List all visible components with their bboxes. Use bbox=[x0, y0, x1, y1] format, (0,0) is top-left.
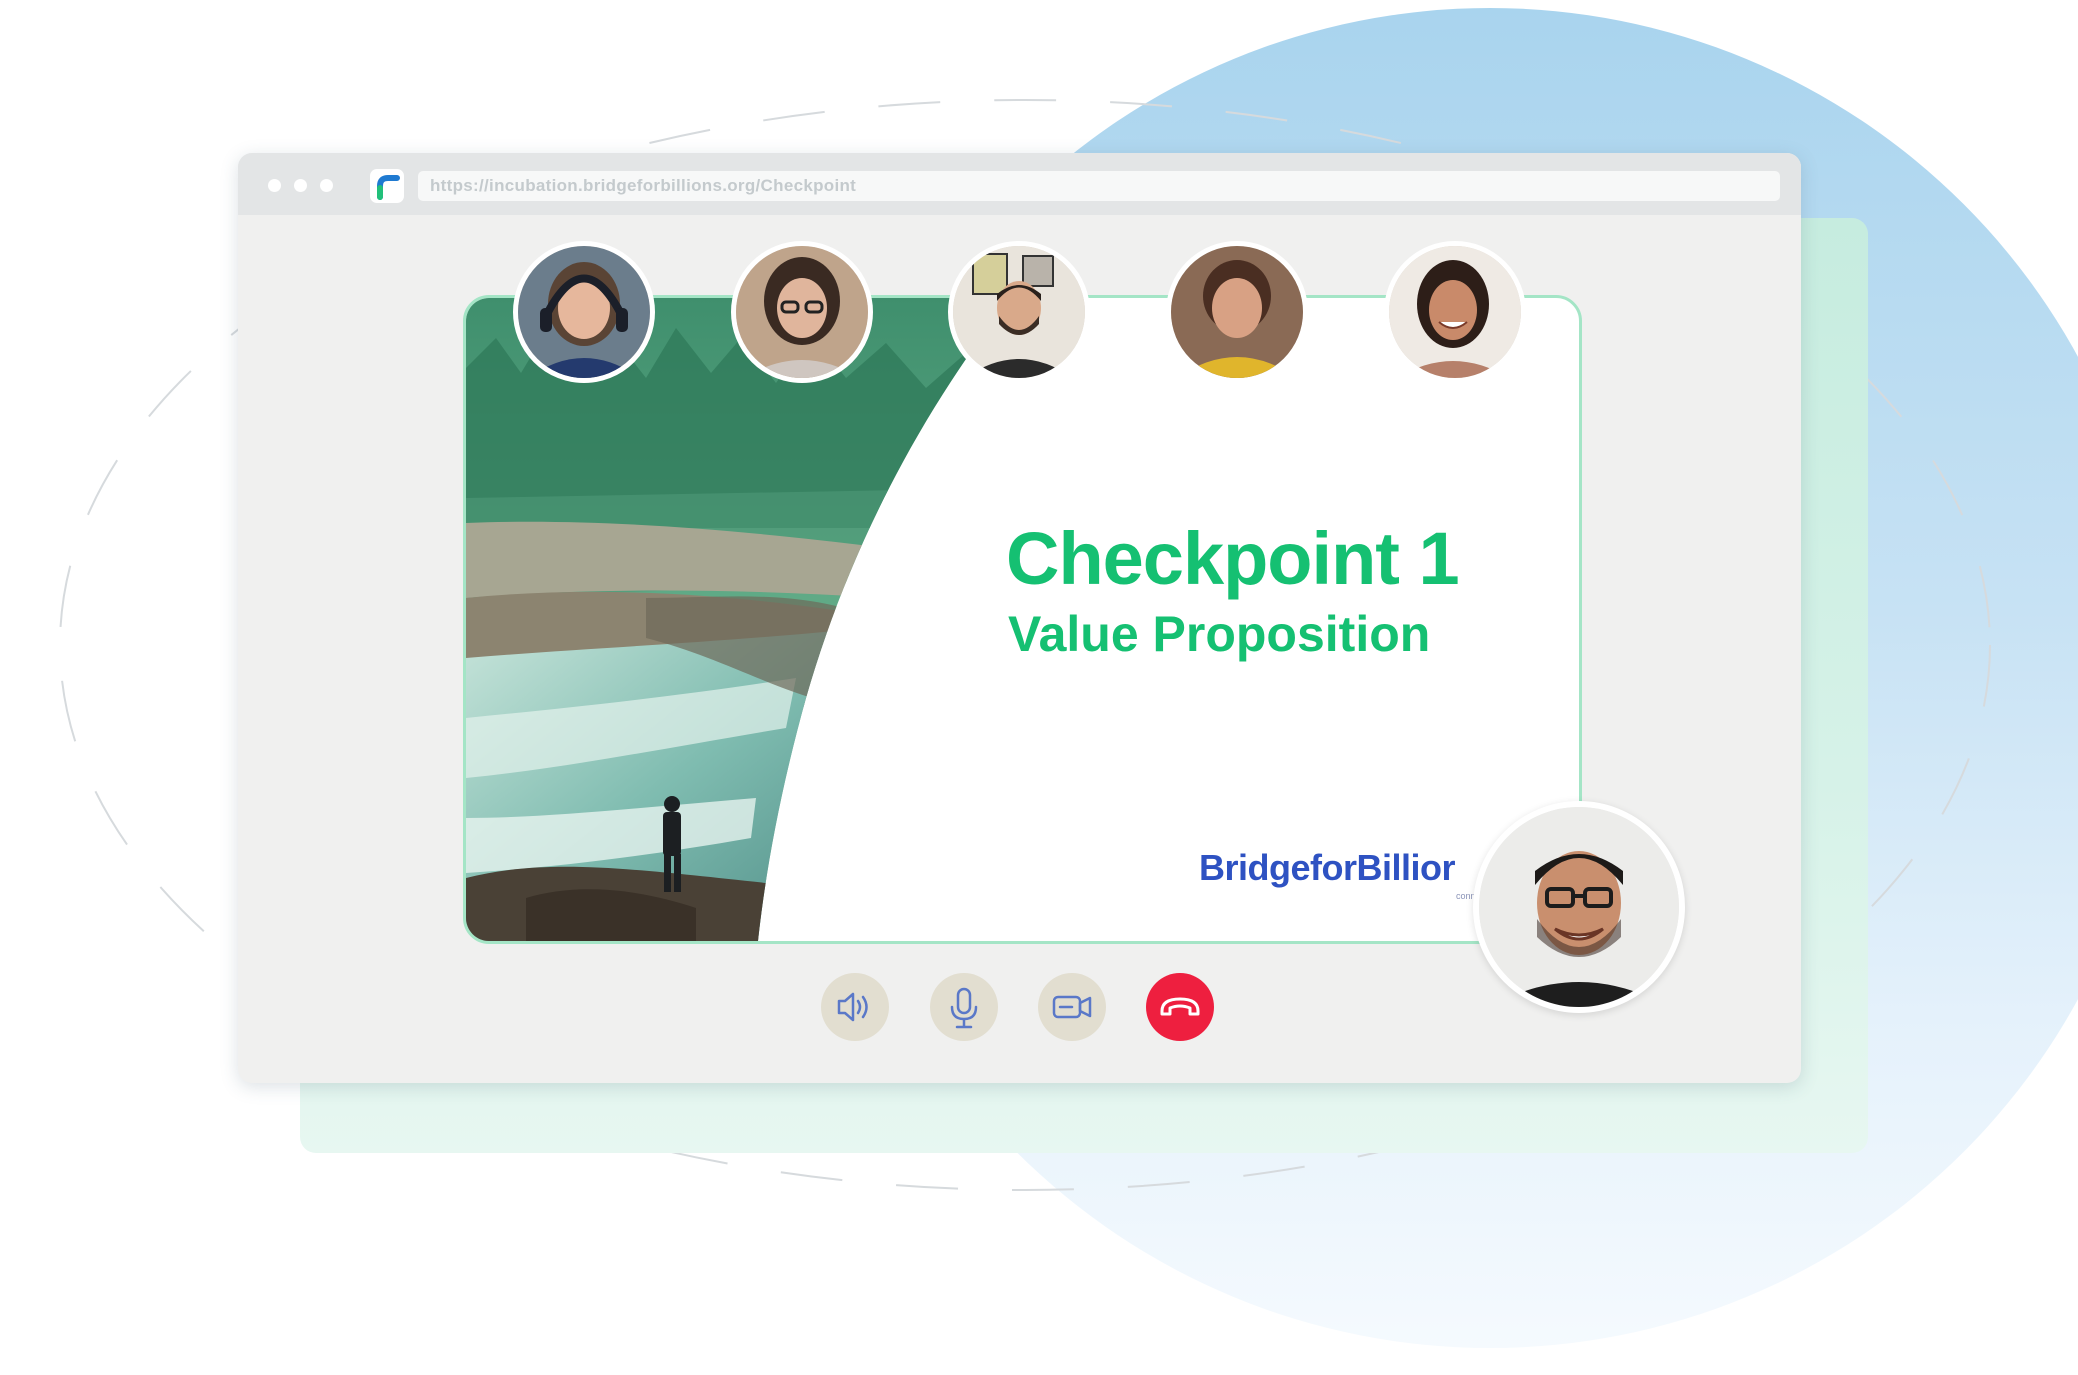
participant-2-video[interactable] bbox=[731, 241, 873, 383]
presentation-slide: Checkpoint 1 Value Proposition Bridgefor… bbox=[463, 295, 1582, 944]
presenter-video[interactable] bbox=[1473, 801, 1685, 1013]
end-call-button[interactable] bbox=[1146, 973, 1214, 1041]
camera-button[interactable] bbox=[1038, 973, 1106, 1041]
participant-5-video[interactable] bbox=[1384, 241, 1526, 383]
address-bar[interactable]: https://incubation.bridgeforbillions.org… bbox=[418, 171, 1780, 201]
camera-icon bbox=[1052, 995, 1092, 1019]
window-dot-1[interactable] bbox=[268, 179, 281, 192]
window-dot-3[interactable] bbox=[320, 179, 333, 192]
participant-1-video[interactable] bbox=[513, 241, 655, 383]
speaker-button[interactable] bbox=[821, 973, 889, 1041]
browser-titlebar: https://incubation.bridgeforbillions.org… bbox=[238, 153, 1801, 215]
slide-subtitle: Value Proposition bbox=[1008, 606, 1431, 662]
app-logo-icon bbox=[370, 169, 404, 203]
slide-title: Checkpoint 1 bbox=[1006, 517, 1460, 600]
participant-4-video[interactable] bbox=[1166, 241, 1308, 383]
brand-logo-text: BridgeforBillior bbox=[1199, 847, 1456, 888]
participant-3-video[interactable] bbox=[948, 241, 1090, 383]
speaker-icon bbox=[837, 992, 868, 1022]
microphone-icon bbox=[950, 987, 978, 1029]
end-call-icon bbox=[1160, 997, 1200, 1016]
window-dot-2[interactable] bbox=[294, 179, 307, 192]
browser-window: https://incubation.bridgeforbillions.org… bbox=[238, 153, 1801, 1083]
microphone-button[interactable] bbox=[930, 973, 998, 1041]
